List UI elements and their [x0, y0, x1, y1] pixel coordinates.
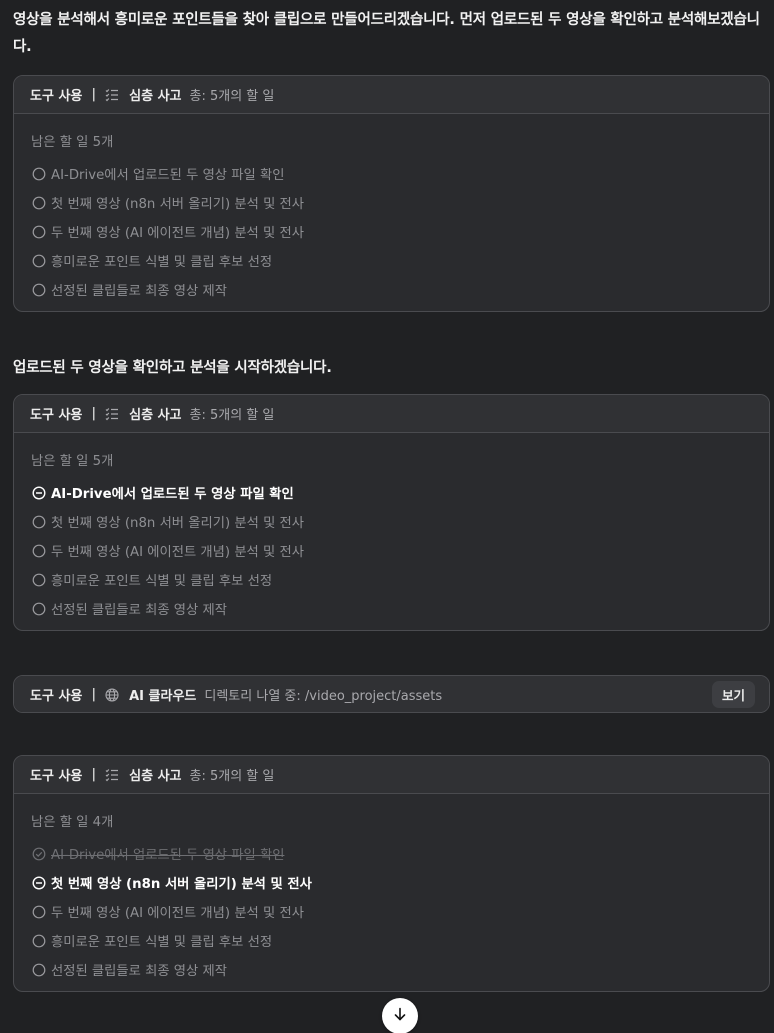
tool-description: 디렉토리 나열 중: /video_project/assets: [204, 689, 443, 704]
todo-text: 흥미로운 포인트 식별 및 클립 후보 선정: [51, 255, 273, 270]
todo-item: 선정된 클립들로 최종 영상 제작: [31, 594, 753, 623]
separator: |: [91, 87, 97, 102]
todo-text: 첫 번째 영상 (n8n 서버 올리기) 분석 및 전사: [51, 877, 312, 892]
tool-use-label: 도구 사용: [30, 408, 83, 423]
chat-page: 영상을 분석해서 흥미로운 포인트들을 찾아 클립으로 만들어드리겠습니다. 먼…: [0, 0, 774, 1033]
checklist-icon: [105, 407, 119, 421]
tool-description: 총: 5개의 할 일: [189, 769, 275, 784]
tool-card-deep-thinking: 도구 사용 | 심층 사고 총: 5개의 할 일 남은 할 일 5개 AI-Dr…: [13, 394, 770, 631]
tool-description: 총: 5개의 할 일: [189, 408, 275, 423]
separator: |: [91, 406, 97, 421]
todo-item: 두 번째 영상 (AI 에이전트 개념) 분석 및 전사: [31, 217, 753, 246]
remaining-count: 남은 할 일 5개: [31, 135, 114, 150]
todo-text: 첫 번째 영상 (n8n 서버 올리기) 분석 및 전사: [51, 197, 304, 212]
separator: |: [91, 767, 97, 782]
view-button[interactable]: 보기: [711, 681, 755, 708]
todo-item: 흥미로운 포인트 식별 및 클립 후보 선정: [31, 926, 753, 955]
separator: |: [91, 687, 97, 702]
tool-card-header[interactable]: 도구 사용 | 심층 사고 총: 5개의 할 일: [14, 395, 769, 433]
assistant-message-start: 업로드된 두 영상을 확인하고 분석을 시작하겠습니다.: [13, 360, 332, 376]
todo-item-active: 첫 번째 영상 (n8n 서버 올리기) 분석 및 전사: [31, 868, 753, 897]
assistant-message-intro: 영상을 분석해서 흥미로운 포인트들을 찾아 클립으로 만들어드리겠습니다. 먼…: [13, 12, 760, 55]
tool-card-deep-thinking: 도구 사용 | 심층 사고 총: 5개의 할 일 남은 할 일 4개 AI-Dr…: [13, 755, 770, 992]
tool-card-ai-cloud: 도구 사용 | AI 클라우드 디렉토리 나열 중: /video_projec…: [13, 675, 770, 713]
scroll-to-bottom-button[interactable]: [382, 998, 418, 1033]
in-progress-icon: [31, 875, 46, 890]
todo-text: 선정된 클립들로 최종 영상 제작: [51, 284, 227, 299]
todo-text: 흥미로운 포인트 식별 및 클립 후보 선정: [51, 574, 273, 589]
todo-item: AI-Drive에서 업로드된 두 영상 파일 확인: [31, 159, 753, 188]
tool-description: 총: 5개의 할 일: [189, 89, 275, 104]
todo-text: 선정된 클립들로 최종 영상 제작: [51, 603, 227, 618]
todo-text: 두 번째 영상 (AI 에이전트 개념) 분석 및 전사: [51, 226, 304, 241]
todo-item: 두 번째 영상 (AI 에이전트 개념) 분석 및 전사: [31, 897, 753, 926]
tool-card-header[interactable]: 도구 사용 | 심층 사고 총: 5개의 할 일: [14, 756, 769, 794]
todo-item: 두 번째 영상 (AI 에이전트 개념) 분석 및 전사: [31, 536, 753, 565]
tool-card-deep-thinking: 도구 사용 | 심층 사고 총: 5개의 할 일 남은 할 일 5개 AI-Dr…: [13, 75, 770, 312]
circle-icon: [31, 543, 46, 558]
todo-item: 첫 번째 영상 (n8n 서버 올리기) 분석 및 전사: [31, 188, 753, 217]
tool-name: 심층 사고: [129, 769, 182, 784]
tool-name: 심층 사고: [129, 408, 182, 423]
checklist-icon: [105, 88, 119, 102]
tool-card-header[interactable]: 도구 사용 | AI 클라우드 디렉토리 나열 중: /video_projec…: [14, 676, 769, 712]
todo-item: 흥미로운 포인트 식별 및 클립 후보 선정: [31, 565, 753, 594]
circle-icon: [31, 601, 46, 616]
in-progress-icon: [31, 485, 46, 500]
tool-card-header[interactable]: 도구 사용 | 심층 사고 총: 5개의 할 일: [14, 76, 769, 114]
todo-list: 남은 할 일 5개 AI-Drive에서 업로드된 두 영상 파일 확인 첫 번…: [14, 114, 769, 311]
todo-text: AI-Drive에서 업로드된 두 영상 파일 확인: [51, 848, 285, 863]
circle-icon: [31, 904, 46, 919]
circle-icon: [31, 282, 46, 297]
remaining-count: 남은 할 일 4개: [31, 815, 114, 830]
todo-text: 흥미로운 포인트 식별 및 클립 후보 선정: [51, 935, 273, 950]
todo-item: 선정된 클립들로 최종 영상 제작: [31, 955, 753, 984]
circle-icon: [31, 572, 46, 587]
tool-use-label: 도구 사용: [30, 89, 83, 104]
todo-list: 남은 할 일 5개 AI-Drive에서 업로드된 두 영상 파일 확인 첫 번…: [14, 433, 769, 630]
remaining-count: 남은 할 일 5개: [31, 454, 114, 469]
circle-icon: [31, 253, 46, 268]
todo-text: 두 번째 영상 (AI 에이전트 개념) 분석 및 전사: [51, 545, 304, 560]
todo-item-active: AI-Drive에서 업로드된 두 영상 파일 확인: [31, 478, 753, 507]
todo-text: 두 번째 영상 (AI 에이전트 개념) 분석 및 전사: [51, 906, 304, 921]
tool-use-label: 도구 사용: [30, 689, 83, 704]
circle-icon: [31, 962, 46, 977]
todo-list: 남은 할 일 4개 AI-Drive에서 업로드된 두 영상 파일 확인 첫 번…: [14, 794, 769, 991]
circle-icon: [31, 933, 46, 948]
todo-item: 흥미로운 포인트 식별 및 클립 후보 선정: [31, 246, 753, 275]
circle-icon: [31, 224, 46, 239]
tool-use-label: 도구 사용: [30, 769, 83, 784]
checklist-icon: [105, 768, 119, 782]
todo-text: AI-Drive에서 업로드된 두 영상 파일 확인: [51, 168, 285, 183]
todo-item-done: AI-Drive에서 업로드된 두 영상 파일 확인: [31, 839, 753, 868]
check-circle-icon: [31, 846, 46, 861]
todo-text: 첫 번째 영상 (n8n 서버 올리기) 분석 및 전사: [51, 516, 304, 531]
todo-item: 첫 번째 영상 (n8n 서버 올리기) 분석 및 전사: [31, 507, 753, 536]
circle-icon: [31, 166, 46, 181]
todo-text: 선정된 클립들로 최종 영상 제작: [51, 964, 227, 979]
tool-name: AI 클라우드: [129, 689, 197, 704]
circle-icon: [31, 195, 46, 210]
circle-icon: [31, 514, 46, 529]
tool-name: 심층 사고: [129, 89, 182, 104]
arrow-down-icon: [392, 1006, 408, 1026]
todo-text: AI-Drive에서 업로드된 두 영상 파일 확인: [51, 487, 294, 502]
todo-item: 선정된 클립들로 최종 영상 제작: [31, 275, 753, 304]
globe-icon: [105, 687, 119, 702]
